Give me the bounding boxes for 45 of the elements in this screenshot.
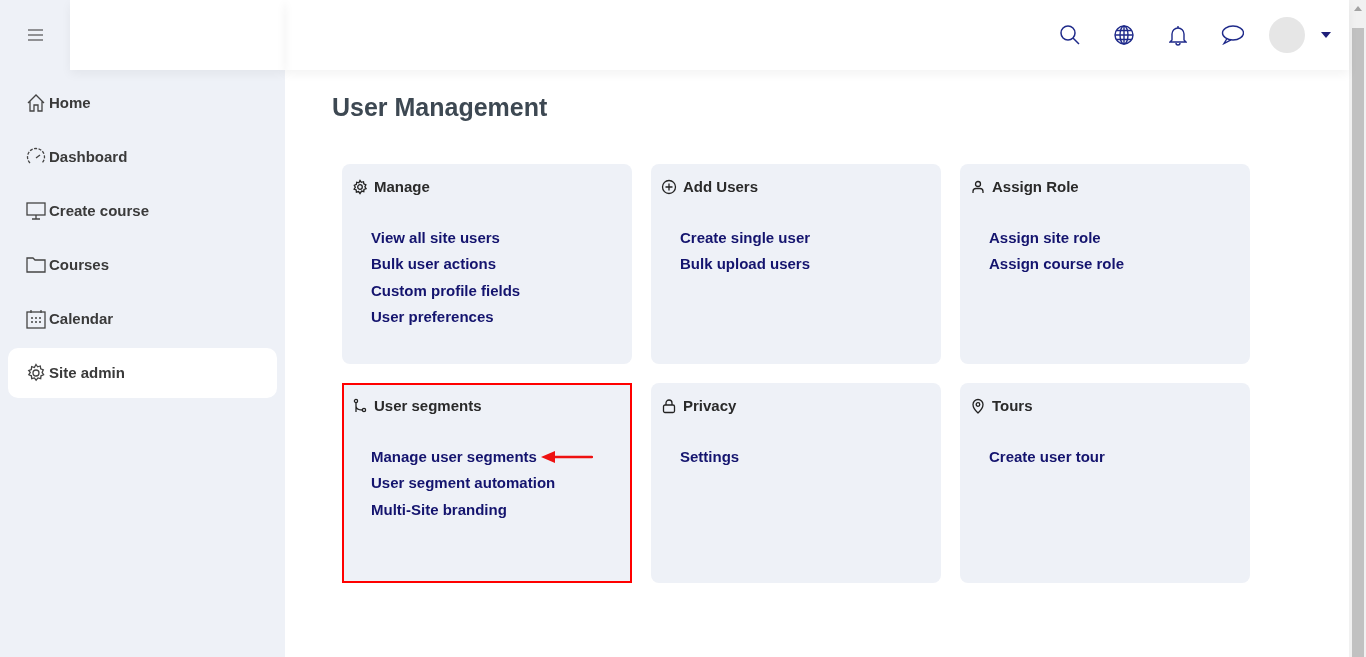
admin-link[interactable]: User preferences [371,306,494,329]
admin-link[interactable]: Settings [680,445,740,468]
search-icon [1059,24,1081,46]
sidebar-item[interactable]: Home [8,78,277,128]
gear-icon [352,179,368,196]
person-icon [970,179,986,196]
monitor-icon [26,201,46,221]
admin-link[interactable]: Custom profile fields [371,279,521,302]
card-title: Assign Role [992,177,1079,197]
card-title: Manage [374,177,430,197]
admin-link[interactable]: Assign course role [989,253,1125,276]
speech-bubble-icon [1220,25,1244,45]
caret-icon [1321,32,1331,38]
admin-link[interactable]: Multi-Site branding [371,498,507,521]
admin-link[interactable]: Bulk user actions [371,253,497,276]
card-title: User segments [374,396,482,416]
admin-link[interactable]: Manage user segments [371,445,537,468]
avatar-icon [1269,17,1305,53]
location-pin-icon [970,398,986,415]
sidebar-item[interactable]: Create course [8,186,277,236]
bell-icon [1169,24,1187,46]
admin-link[interactable]: Create user tour [989,445,1105,468]
card-title: Tours [992,396,1033,416]
card-title: Privacy [683,396,737,416]
menu-icon [27,29,43,41]
gear-icon [26,363,46,383]
admin-link[interactable]: User segment automation [371,472,556,495]
admin-link[interactable]: Create single user [680,226,811,249]
sidebar-item[interactable]: Courses [8,240,277,290]
sidebar-item[interactable]: Site admin [8,348,277,398]
sidebar-item[interactable]: Calendar [8,294,277,344]
calendar-icon [26,309,46,329]
admin-link[interactable]: Assign site role [989,226,1101,249]
home-icon [26,93,46,113]
scrollbar[interactable] [1349,0,1366,657]
folder-icon [26,255,46,275]
branch-icon [352,398,368,415]
card-title: Add Users [683,177,759,197]
admin-link[interactable]: Bulk upload users [680,253,811,276]
plus-circle-icon [661,179,677,196]
admin-link[interactable]: View all site users [371,226,500,249]
lock-icon [661,398,677,415]
globe-icon [1114,25,1134,45]
page-title: User Management [332,92,549,122]
sidebar-item[interactable]: Dashboard [8,132,277,182]
